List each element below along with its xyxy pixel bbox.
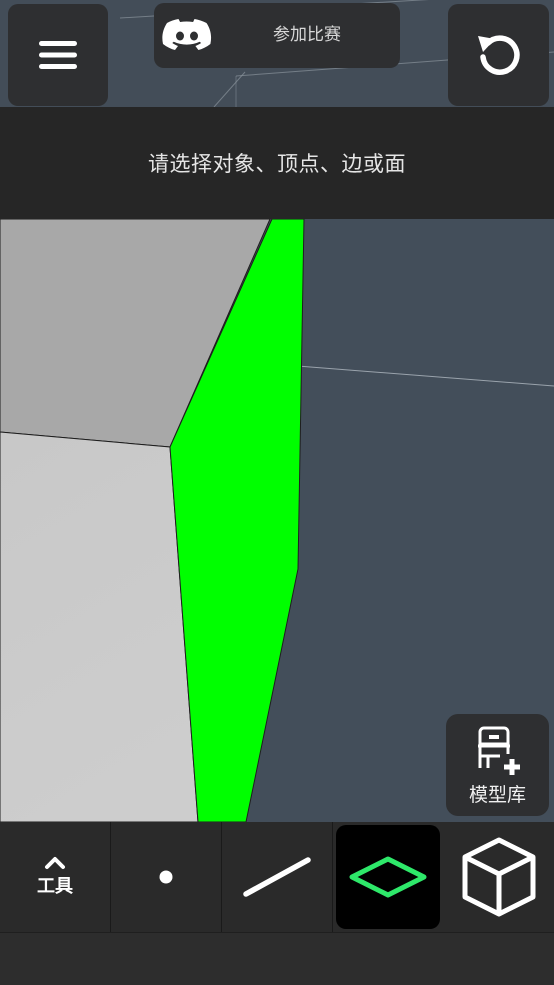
edge-mode-button[interactable] xyxy=(222,822,333,932)
model-library-button[interactable]: 模型库 xyxy=(446,714,549,816)
object-mode-button[interactable] xyxy=(443,822,554,932)
cube-icon xyxy=(462,837,535,917)
tools-toggle-button[interactable]: 工具 xyxy=(0,822,111,932)
instruction-bar: 请选择对象、顶点、边或面 xyxy=(0,107,554,219)
undo-icon xyxy=(477,35,520,75)
dot-icon xyxy=(159,870,173,884)
model-library-label: 模型库 xyxy=(468,784,526,806)
discord-icon xyxy=(162,19,212,50)
instruction-text: 请选择对象、顶点、边或面 xyxy=(148,152,406,176)
bottom-bar xyxy=(0,932,554,985)
diamond-icon xyxy=(349,856,427,898)
join-contest-label: 参加比赛 xyxy=(273,25,341,45)
undo-button[interactable] xyxy=(448,4,549,106)
front-face[interactable] xyxy=(0,431,199,822)
mode-toolbar: 工具 xyxy=(0,822,554,932)
face-mode-button[interactable] xyxy=(336,825,440,929)
join-contest-button[interactable]: 参加比赛 xyxy=(154,3,400,68)
hamburger-icon xyxy=(39,41,77,69)
chevron-up-icon xyxy=(45,857,65,869)
menu-button[interactable] xyxy=(8,4,108,106)
tools-label: 工具 xyxy=(37,876,73,897)
chair-plus-icon xyxy=(478,726,520,775)
line-icon xyxy=(243,857,311,897)
vertex-mode-button[interactable] xyxy=(111,822,222,932)
